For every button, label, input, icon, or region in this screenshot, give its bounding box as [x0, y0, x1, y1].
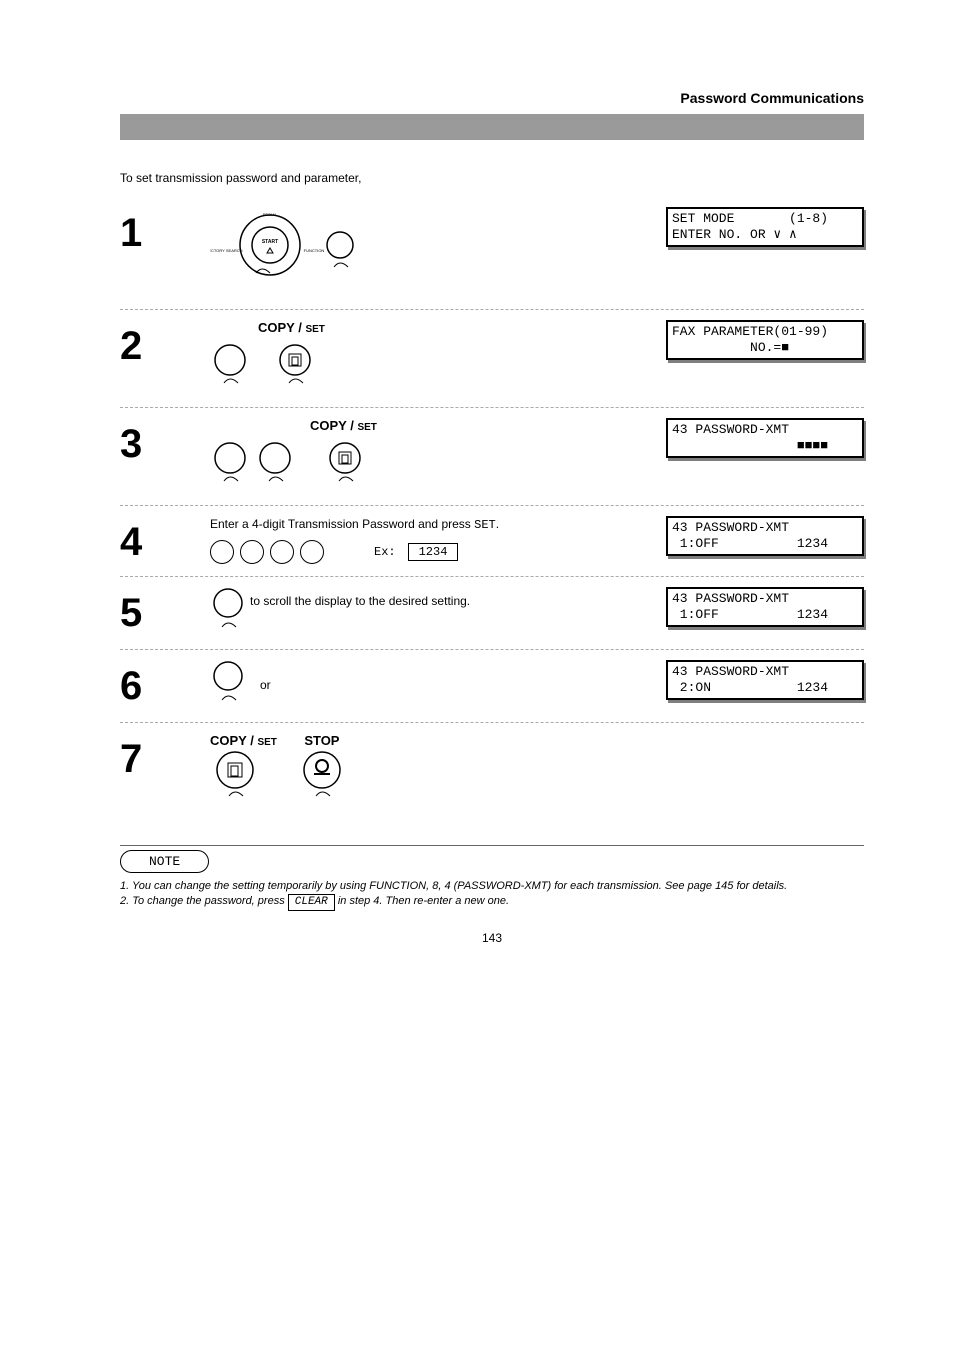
step-row: 6 or 43 PASSWORD-XMT 2:ON 1234	[120, 650, 864, 723]
lcd-display: 43 PASSWORD-XMT 1:OFF 1234	[666, 587, 864, 628]
lcd-display: 43 PASSWORD-XMT 2:ON 1234	[666, 660, 864, 701]
section-bar	[120, 114, 864, 140]
step-number: 1	[120, 207, 210, 253]
step-text: Enter a 4-digit Transmission Password an…	[210, 516, 550, 534]
note-badge: NOTE	[120, 850, 209, 873]
lcd-display: 43 PASSWORD-XMT ■■■■	[666, 418, 864, 459]
or-text: or	[260, 678, 271, 692]
copy-set-button-icon	[210, 748, 260, 803]
stop-label: STOP	[304, 733, 339, 748]
step-row: 4 Enter a 4-digit Transmission Password …	[120, 506, 864, 577]
lcd-display: FAX PARAMETER(01-99) NO.=■	[666, 320, 864, 361]
step-row: 1 START REDIAL DIRECTORY SEARCH FUNCTION	[120, 197, 864, 310]
copy-set-label: COPY / SET	[310, 418, 377, 433]
step-text: to scroll the display to the desired set…	[250, 587, 470, 610]
keypad-illustration	[210, 540, 324, 564]
button-illustration	[210, 587, 250, 637]
clear-key: CLEAR	[288, 894, 335, 911]
step-number: 6	[120, 660, 210, 706]
step-number: 4	[120, 516, 210, 562]
lcd-display: SET MODE (1-8) ENTER NO. OR ∨ ∧	[666, 207, 864, 248]
step-number: 7	[120, 733, 210, 779]
page-title: Password Communications	[120, 90, 864, 106]
svg-text:DIRECTORY SEARCH: DIRECTORY SEARCH	[210, 248, 243, 253]
svg-text:FUNCTION: FUNCTION	[304, 248, 325, 253]
step-number: 2	[120, 320, 210, 366]
step-row: 5 to scroll the display to the desired s…	[120, 577, 864, 650]
svg-text:START: START	[262, 239, 278, 245]
function-dial-illustration: START REDIAL DIRECTORY SEARCH FUNCTION	[210, 207, 380, 297]
note-body: 1. You can change the setting temporaril…	[120, 879, 864, 912]
copy-set-label: COPY / SET	[210, 733, 277, 748]
example-value: 1234	[408, 543, 459, 561]
copy-set-label: COPY / SET	[258, 320, 325, 335]
page-number: 143	[120, 931, 864, 945]
step-row: 7 COPY / SET STOP	[120, 723, 864, 815]
lcd-display: 43 PASSWORD-XMT 1:OFF 1234	[666, 516, 864, 557]
step-row: 3 COPY / SET 43 PASSWORD-XMT	[120, 408, 864, 506]
step-number: 5	[120, 587, 210, 633]
svg-text:REDIAL: REDIAL	[263, 212, 278, 217]
buttons-illustration	[210, 433, 390, 493]
stop-button-icon	[297, 748, 347, 803]
button-illustration	[210, 660, 250, 710]
step-number: 3	[120, 418, 210, 464]
intro-text: To set transmission password and paramet…	[120, 170, 864, 187]
step-row: 2 COPY / SET FAX PARAMETER(01-99) NO.=■	[120, 310, 864, 408]
buttons-illustration	[210, 335, 340, 395]
